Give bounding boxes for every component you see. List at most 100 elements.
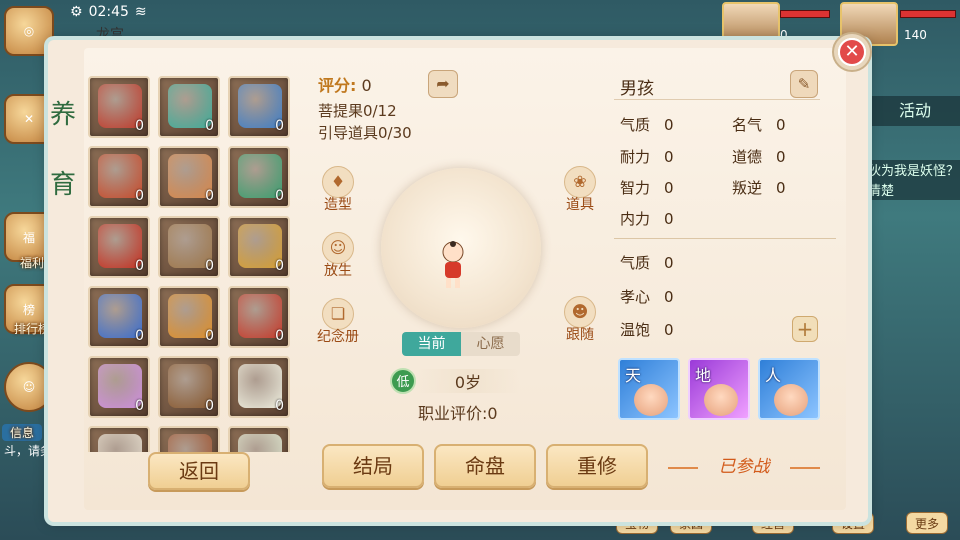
- status-bar: ⚙ 02:45 ≋: [70, 0, 147, 24]
- sword-icon: [168, 434, 212, 452]
- item-count: 0: [275, 118, 284, 134]
- chat-button[interactable]: ☺: [4, 362, 54, 412]
- score-value: 0: [361, 76, 372, 95]
- inventory-item[interactable]: 0: [228, 76, 290, 138]
- inventory-item[interactable]: 0: [158, 356, 220, 418]
- stat-value: 0: [664, 254, 674, 272]
- stat-temperament: 气质 0: [620, 114, 674, 135]
- inventory-item[interactable]: 0: [228, 216, 290, 278]
- age-row: 低 0岁: [390, 368, 520, 394]
- stat-value: 0: [776, 116, 786, 134]
- appearance-button[interactable]: ♦ 造型: [310, 166, 366, 214]
- stat-value: 0: [776, 179, 786, 197]
- chat-snippet-2: 清楚: [864, 180, 960, 200]
- stat-endurance: 耐力 0: [620, 146, 674, 167]
- plus-icon: +: [796, 317, 814, 341]
- child-portrait-icon: [774, 384, 808, 416]
- stat-label: 道德: [732, 148, 763, 166]
- joined-battle-status: 已参战: [664, 454, 824, 480]
- wifi-icon: ≋: [134, 4, 147, 20]
- close-hud-button[interactable]: ✕: [4, 94, 54, 144]
- inventory-item[interactable]: 0: [88, 286, 150, 348]
- stat-label: 气质: [620, 116, 651, 134]
- age-value: 0岁: [416, 369, 520, 393]
- inventory-item[interactable]: 0: [88, 356, 150, 418]
- inventory-item[interactable]: 0: [88, 146, 150, 208]
- inventory-item[interactable]: 0: [158, 146, 220, 208]
- card-heaven[interactable]: 天: [618, 358, 680, 420]
- tag-icon: [238, 434, 282, 452]
- release-button[interactable]: ☺ 放生: [310, 232, 366, 280]
- child-name: 男孩: [620, 79, 654, 99]
- status-time: 02:45: [88, 4, 129, 20]
- item-count: 0: [275, 398, 284, 414]
- stat-value: 0: [664, 321, 674, 339]
- album-button[interactable]: ❏ 纪念册: [310, 298, 366, 346]
- gear-icon[interactable]: ⚙: [70, 4, 83, 20]
- bodhi-fruit-count: 菩提果0/12: [318, 102, 397, 120]
- follow-button[interactable]: ☻ 跟随: [552, 296, 608, 344]
- release-label: 放生: [324, 263, 352, 279]
- inventory-item[interactable]: 0: [228, 426, 290, 452]
- ending-button[interactable]: 结局: [322, 444, 424, 488]
- inventory-item[interactable]: 0: [158, 426, 220, 452]
- inventory-item[interactable]: 0: [88, 76, 150, 138]
- inventory-item[interactable]: 0: [228, 286, 290, 348]
- compass-button[interactable]: ◎: [4, 6, 54, 56]
- paper-icon: [98, 434, 142, 452]
- add-stat-button[interactable]: +: [792, 316, 818, 342]
- child-portrait-icon: [634, 384, 668, 416]
- item-count: 0: [275, 188, 284, 204]
- fate-button[interactable]: 命盘: [434, 444, 536, 488]
- stat-intelligence: 智力 0: [620, 177, 674, 198]
- card-earth[interactable]: 地: [688, 358, 750, 420]
- inventory-item[interactable]: 0: [88, 216, 150, 278]
- inventory-item[interactable]: 0: [228, 146, 290, 208]
- album-label: 纪念册: [317, 329, 359, 345]
- score-row: 评分: 0: [318, 72, 372, 96]
- child-portrait-icon: [704, 384, 738, 416]
- card-human[interactable]: 人: [758, 358, 820, 420]
- item-grid: 000000000000000000: [88, 76, 292, 452]
- close-button[interactable]: ✕: [832, 32, 872, 72]
- item-count: 0: [135, 188, 144, 204]
- inventory-item[interactable]: 0: [88, 426, 150, 452]
- follow-label: 跟随: [566, 327, 594, 343]
- stat-label: 叛逆: [732, 179, 763, 197]
- bottom-tab-more[interactable]: 更多: [906, 512, 949, 534]
- stat-rebellion: 叛逆 0: [732, 177, 786, 198]
- job-evaluation: 职业评价:0: [418, 404, 498, 423]
- activity-button[interactable]: 活动: [870, 96, 960, 126]
- child-figure[interactable]: [440, 240, 466, 290]
- edit-name-button[interactable]: ✎: [790, 70, 818, 98]
- panel-side-title: 养 育: [48, 80, 78, 220]
- guide-items-count: 引导道具0/30: [318, 124, 412, 142]
- inventory-item[interactable]: 0: [158, 216, 220, 278]
- item-count: 0: [135, 118, 144, 134]
- stat-label: 温饱: [620, 321, 651, 339]
- item-count: 0: [275, 258, 284, 274]
- appearance-label: 造型: [324, 197, 352, 213]
- share-button[interactable]: ➦: [428, 70, 458, 98]
- stat-temperament-2: 气质 0: [620, 252, 674, 273]
- tab-wish[interactable]: 心愿: [461, 332, 520, 356]
- card-label: 地: [695, 366, 712, 385]
- share-icon: ➦: [436, 74, 450, 93]
- inventory-item[interactable]: 0: [158, 286, 220, 348]
- tab-current[interactable]: 当前: [402, 332, 461, 356]
- stat-fame: 名气 0: [732, 114, 786, 135]
- stat-label: 名气: [732, 116, 763, 134]
- side-title-char-1: 养: [49, 100, 76, 130]
- items-button[interactable]: ❀ 道具: [552, 166, 608, 214]
- back-button[interactable]: 返回: [148, 452, 250, 490]
- item-count: 0: [135, 328, 144, 344]
- retrain-button[interactable]: 重修: [546, 444, 648, 488]
- chat-snippet: 伙为我是妖怪？: [864, 160, 960, 180]
- inventory-item[interactable]: 0: [228, 356, 290, 418]
- card-label: 人: [765, 366, 782, 385]
- close-icon: ✕: [840, 40, 864, 64]
- inventory-item[interactable]: 0: [158, 76, 220, 138]
- player-hp-bar: [900, 10, 956, 18]
- stat-label: 内力: [620, 210, 651, 228]
- view-tabs: 当前 心愿: [402, 332, 520, 356]
